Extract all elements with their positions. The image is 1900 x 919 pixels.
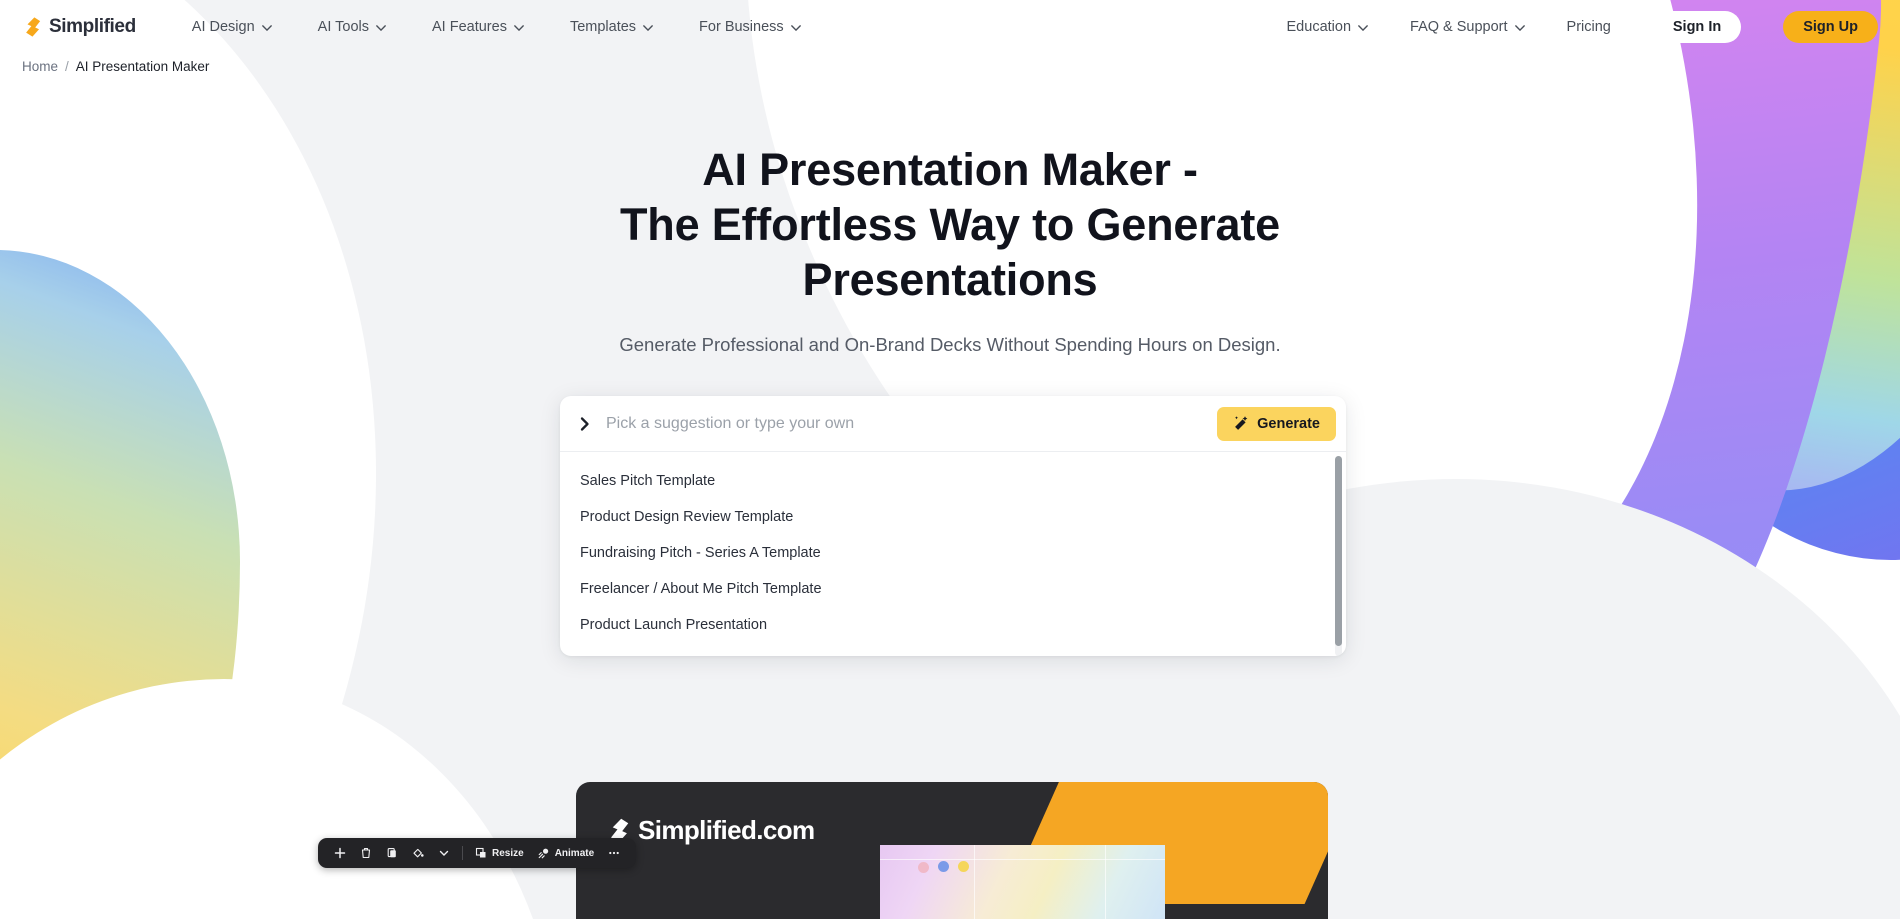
page-title: AI Presentation Maker - The Effortless W… xyxy=(0,142,1900,307)
nav-item-label: FAQ & Support xyxy=(1410,18,1508,35)
list-item[interactable]: Product Design Review Template xyxy=(560,499,1346,535)
more-horizontal-icon xyxy=(609,851,619,855)
canvas-decor-dot xyxy=(958,861,969,872)
toolbar-more-button[interactable] xyxy=(601,844,627,862)
copy-icon xyxy=(387,848,396,858)
suggestion-list-scrollbar-track[interactable] xyxy=(1335,456,1342,656)
nav-item-education[interactable]: Education xyxy=(1287,19,1369,35)
toolbar-animate-label: Animate xyxy=(554,847,595,859)
chevron-down-icon xyxy=(643,24,653,31)
nav-item-faq-support[interactable]: FAQ & Support xyxy=(1410,19,1525,35)
preview-editor-canvas xyxy=(880,845,1165,919)
brand-logo-text: Simplified xyxy=(49,15,136,37)
nav-item-ai-design[interactable]: AI Design xyxy=(192,19,272,35)
canvas-decor-dot xyxy=(938,861,949,872)
toolbar-duplicate-button[interactable] xyxy=(379,844,405,862)
nav-item-label: Education xyxy=(1286,18,1352,35)
chevron-down-icon xyxy=(514,24,524,31)
animate-icon xyxy=(538,848,548,859)
toolbar-delete-button[interactable] xyxy=(353,844,379,862)
page-title-line-1: AI Presentation Maker - xyxy=(702,144,1198,195)
prompt-search-card: Generate Sales Pitch Template Product De… xyxy=(560,396,1346,656)
sign-in-button[interactable]: Sign In xyxy=(1652,10,1742,43)
canvas-floating-toolbar: Resize Animate xyxy=(318,838,637,868)
hero-section: AI Presentation Maker - The Effortless W… xyxy=(0,0,1900,356)
nav-item-label: AI Tools xyxy=(317,18,369,35)
nav-item-for-business[interactable]: For Business xyxy=(699,19,801,35)
generate-button-label: Generate xyxy=(1257,415,1320,432)
nav-item-label: Templates xyxy=(569,18,637,35)
chevron-down-icon xyxy=(376,24,386,31)
generate-button[interactable]: Generate xyxy=(1217,406,1336,441)
toolbar-animate-button[interactable]: Animate xyxy=(531,844,601,862)
magic-wand-icon xyxy=(1235,415,1248,430)
list-item[interactable]: Sales Pitch Template xyxy=(560,463,1346,499)
toolbar-resize-button[interactable]: Resize xyxy=(468,844,531,862)
preview-brand-logo: Simplified.com xyxy=(606,815,815,846)
chevron-down-icon xyxy=(1514,24,1525,31)
page-root: Simplified AI Design AI Tools AI Feature… xyxy=(0,0,1900,919)
nav-item-pricing[interactable]: Pricing xyxy=(1567,19,1611,35)
nav-item-label: AI Design xyxy=(191,18,255,35)
breadcrumb: Home / AI Presentation Maker xyxy=(22,59,209,74)
background-blob-left-white-lower xyxy=(0,679,560,919)
chevron-down-icon xyxy=(261,24,272,31)
page-subtitle: Generate Professional and On-Brand Decks… xyxy=(619,334,1281,355)
toolbar-divider xyxy=(462,846,463,860)
nav-item-label: For Business xyxy=(699,18,784,35)
breadcrumb-separator: / xyxy=(65,59,69,74)
toolbar-add-button[interactable] xyxy=(327,844,353,862)
chevron-down-icon xyxy=(439,850,449,856)
brand-logo[interactable]: Simplified xyxy=(22,16,136,38)
page-title-line-2: The Effortless Way to Generate xyxy=(620,199,1280,250)
chevron-down-icon xyxy=(1358,24,1368,31)
preview-brand-logo-text: Simplified.com xyxy=(638,815,815,845)
breadcrumb-home-link[interactable]: Home xyxy=(22,59,58,74)
chevron-down-icon xyxy=(790,24,801,31)
suggestion-list: Sales Pitch Template Product Design Revi… xyxy=(560,452,1346,656)
prompt-search-input[interactable] xyxy=(606,414,1218,433)
resize-icon xyxy=(475,847,486,858)
simplified-bolt-logo-icon xyxy=(26,16,41,37)
secondary-nav-items: Education FAQ & Support Pricing Sign In … xyxy=(1287,10,1878,43)
breadcrumb-current-page: AI Presentation Maker xyxy=(75,59,210,74)
plus-icon xyxy=(334,847,346,859)
nav-item-label: Pricing xyxy=(1566,18,1611,35)
toolbar-fill-dropdown[interactable] xyxy=(431,844,457,862)
list-item[interactable]: Product Launch Presentation xyxy=(560,607,1346,643)
nav-item-ai-tools[interactable]: AI Tools xyxy=(318,19,386,35)
primary-nav-items: AI Design AI Tools AI Features Templates… xyxy=(192,19,801,35)
canvas-guide-vertical xyxy=(974,845,976,919)
canvas-guide-horizontal xyxy=(880,859,1165,861)
toolbar-fill-color-button[interactable] xyxy=(405,844,431,862)
trash-icon xyxy=(361,848,371,859)
canvas-decor-dot xyxy=(918,862,929,873)
prompt-input-row: Generate xyxy=(560,396,1346,452)
nav-item-label: AI Features xyxy=(432,18,507,35)
chevron-right-icon xyxy=(580,416,589,431)
nav-item-ai-features[interactable]: AI Features xyxy=(432,19,524,35)
paint-bucket-icon xyxy=(413,848,424,858)
nav-item-templates[interactable]: Templates xyxy=(570,19,653,35)
canvas-guide-vertical xyxy=(1105,845,1107,919)
list-item[interactable]: Fundraising Pitch - Series A Template xyxy=(560,535,1346,571)
product-preview-panel[interactable]: Simplified.com xyxy=(576,782,1328,919)
suggestion-list-scrollbar-thumb[interactable] xyxy=(1335,456,1342,646)
sign-up-button[interactable]: Sign Up xyxy=(1783,10,1878,43)
page-title-line-3: Presentations xyxy=(802,254,1098,305)
top-navigation-bar: Simplified AI Design AI Tools AI Feature… xyxy=(0,0,1900,53)
toolbar-resize-label: Resize xyxy=(492,847,524,859)
list-item[interactable]: Freelancer / About Me Pitch Template xyxy=(560,571,1346,607)
